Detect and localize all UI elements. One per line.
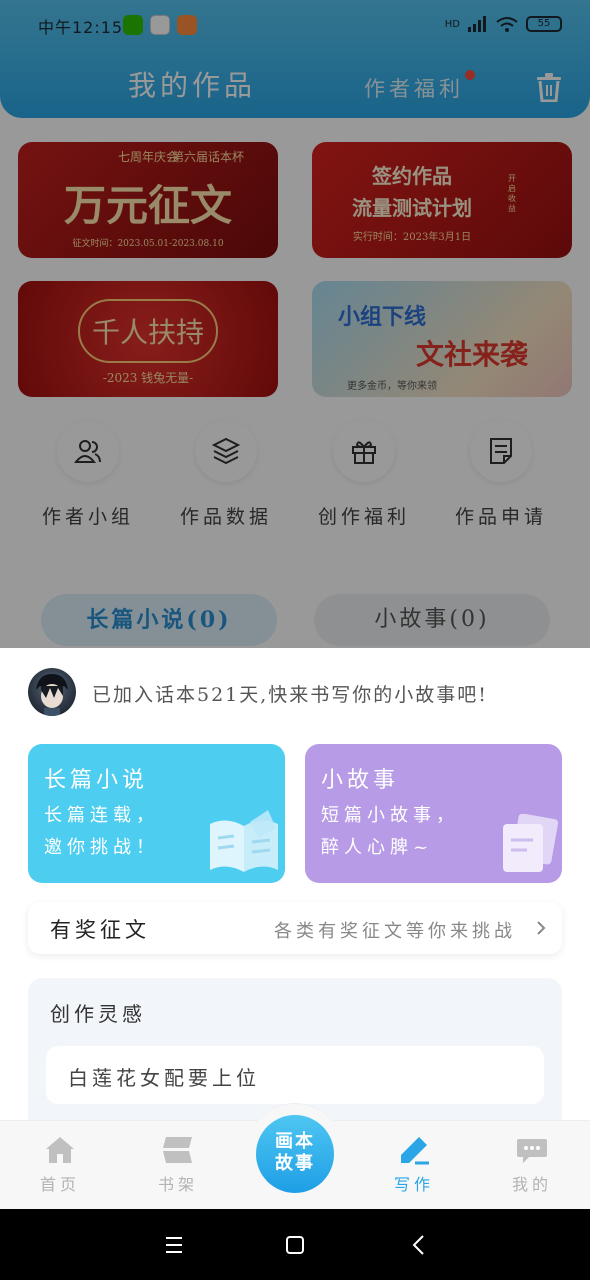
short-story-card[interactable]: 小故事 短篇小故事， 醉人心脾~ [305,744,562,883]
inspiration-title: 创作灵感 [50,1002,146,1026]
bookshelf-icon [163,1137,192,1163]
inspiration-item-text: 白莲花女配要上位 [68,1066,260,1090]
tab-label: 首页 [39,1175,80,1194]
prize-contest-row[interactable]: 有奖征文 各类有奖征文等你来挑战 [28,902,562,954]
pen-icon [401,1137,429,1165]
welcome-text: 已加入话本521天,快来书写你的小故事吧! [92,684,488,706]
tab-label: 写作 [393,1175,434,1194]
tab-bookshelf[interactable]: 书架 [138,1135,218,1195]
modal-backdrop[interactable] [0,0,590,648]
card-desc: 长篇连载， 邀你挑战！ [44,805,159,858]
draw-story-button[interactable]: 画本 故事 [256,1115,334,1193]
chat-icon [517,1139,547,1163]
notes-icon [503,814,559,872]
home-icon [46,1137,74,1163]
avatar[interactable] [28,668,76,716]
chevron-right-icon [537,921,546,935]
card-title: 长篇小说 [44,768,149,793]
contest-title: 有奖征文 [50,918,150,942]
create-sheet: 已加入话本521天,快来书写你的小故事吧! 长篇小说 长篇连载， 邀你挑战！ 小… [0,648,590,1138]
tab-label: 我的 [511,1175,552,1194]
card-title: 小故事 [321,768,400,793]
inspiration-item[interactable]: 白莲花女配要上位 [46,1046,544,1104]
back-icon[interactable] [407,1233,431,1257]
book-icon [210,810,278,872]
long-novel-card[interactable]: 长篇小说 长篇连载， 邀你挑战！ [28,744,285,883]
tab-home[interactable]: 首页 [20,1135,100,1195]
tab-me[interactable]: 我的 [492,1135,572,1195]
works-page: 中午12:15 HD 55 我的作品 作者福利 七周年庆会 第六届话本杯 万元征… [0,0,590,648]
contest-desc: 各类有奖征文等你来挑战 [274,921,516,942]
system-navigation-bar [0,1209,590,1280]
menu-icon[interactable] [162,1233,186,1257]
tab-write[interactable]: 写作 [374,1135,454,1195]
tab-label: 书架 [157,1175,198,1194]
home-square-icon[interactable] [283,1233,307,1257]
card-desc: 短篇小故事， 醉人心脾~ [321,805,459,858]
bottom-tab-bar: 画本 故事 首页 书架 写作 我的 [0,1103,590,1209]
